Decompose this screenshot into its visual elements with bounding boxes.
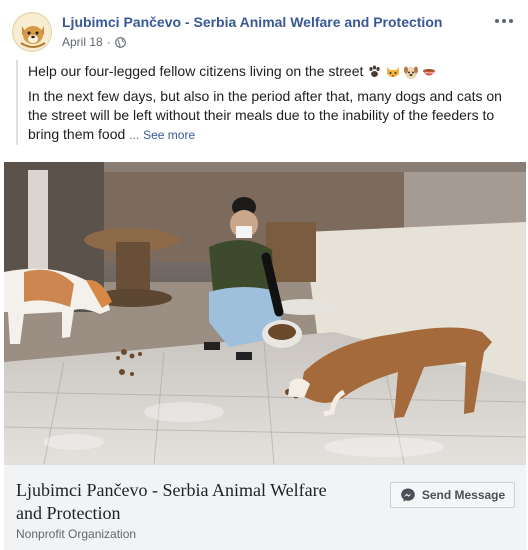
post-intro-line: Help our four-legged fellow citizens liv… <box>28 62 510 81</box>
post-paragraph-text: In the next few days, but also in the pe… <box>28 88 502 142</box>
attachment-title[interactable]: Ljubimci Pančevo - Serbia Animal Welfare… <box>16 479 346 525</box>
post-body: Help our four-legged fellow citizens liv… <box>16 60 510 145</box>
see-more-link[interactable]: See more <box>143 128 195 142</box>
post-date[interactable]: April 18 <box>62 35 103 49</box>
attachment-subtitle: Nonprofit Organization <box>16 527 137 541</box>
emoji-group <box>367 64 437 80</box>
cat-face-icon <box>385 64 401 80</box>
paw-prints-icon <box>367 64 383 80</box>
more-options-icon[interactable] <box>492 12 516 30</box>
post-intro-text: Help our four-legged fellow citizens liv… <box>28 63 364 79</box>
facebook-post-card: Ljubimci Pančevo - Serbia Animal Welfare… <box>0 0 528 550</box>
meta-separator: · <box>106 35 111 49</box>
attachment-footer[interactable]: Ljubimci Pančevo - Serbia Animal Welfare… <box>4 464 526 550</box>
truncation-ellipsis: ... <box>129 128 140 142</box>
send-message-button[interactable]: Send Message <box>390 482 515 508</box>
page-avatar[interactable] <box>12 12 52 52</box>
post-photo[interactable] <box>4 162 526 464</box>
food-bowl-icon <box>421 64 437 80</box>
messenger-icon <box>400 487 416 503</box>
dog-face-icon <box>403 64 419 80</box>
post-meta: April 18 · <box>62 35 126 49</box>
page-name-link[interactable]: Ljubimci Pančevo - Serbia Animal Welfare… <box>62 14 442 30</box>
send-message-label: Send Message <box>421 488 506 502</box>
post-header: Ljubimci Pančevo - Serbia Animal Welfare… <box>12 10 518 56</box>
post-paragraph: In the next few days, but also in the pe… <box>28 87 510 145</box>
globe-icon[interactable] <box>114 36 126 48</box>
